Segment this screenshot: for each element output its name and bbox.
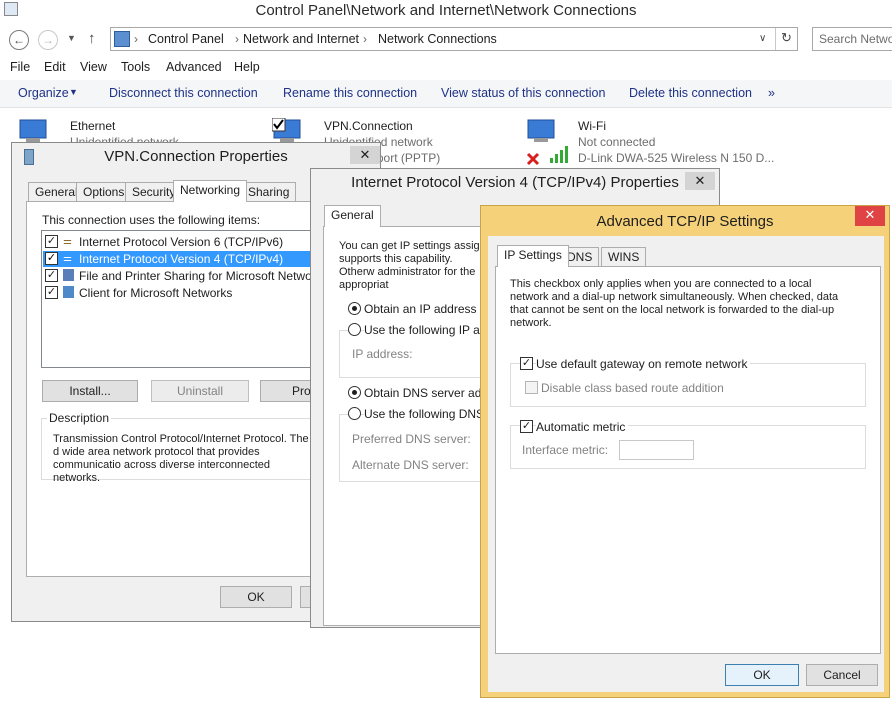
list-item[interactable]: ✓ ⚌ Internet Protocol Version 6 (TCP/IPv… (43, 234, 343, 250)
connection-name: Ethernet (70, 119, 116, 133)
interface-metric-input[interactable] (619, 440, 694, 460)
list-item[interactable]: ✓ Client for Microsoft Networks (43, 285, 343, 301)
window-titlebar: Control Panel\Network and Internet\Netwo… (0, 0, 892, 22)
connection-name: Wi-Fi (578, 119, 606, 133)
dialog-title: Advanced TCP/IP Settings (596, 213, 774, 230)
obtain-ip-radio[interactable] (348, 302, 361, 315)
menu-bar: File Edit View Tools Advanced Help (0, 60, 892, 78)
item-label: Internet Protocol Version 6 (TCP/IPv6) (79, 235, 284, 249)
address-dropdown-icon[interactable]: ∨ (759, 33, 766, 44)
rename-button[interactable]: Rename this connection (283, 86, 417, 100)
close-icon[interactable]: ✕ (855, 206, 885, 226)
item-checkbox[interactable]: ✓ (45, 269, 58, 282)
refresh-icon[interactable]: ↻ (781, 30, 792, 46)
menu-edit[interactable]: Edit (44, 60, 66, 74)
tab-general[interactable]: General (324, 205, 381, 227)
client-network-icon (63, 286, 74, 298)
item-label: File and Printer Sharing for Microsoft N… (79, 269, 328, 283)
organize-button[interactable]: Organize (18, 86, 69, 100)
obtain-dns-radio[interactable] (348, 386, 361, 399)
tab-networking[interactable]: Networking (173, 180, 248, 202)
delete-button[interactable]: Delete this connection (629, 86, 752, 100)
list-item[interactable]: ✓ File and Printer Sharing for Microsoft… (43, 268, 343, 284)
preferred-dns-label: Preferred DNS server: (352, 432, 471, 446)
breadcrumb-control-panel[interactable]: Control Panel (148, 32, 224, 46)
recent-dropdown-icon[interactable]: ▼ (67, 33, 76, 43)
list-item[interactable]: ✓ ⚌ Internet Protocol Version 4 (TCP/IPv… (43, 251, 343, 267)
wifi-adapter-icon (526, 118, 568, 166)
item-label: Client for Microsoft Networks (79, 286, 233, 300)
obtain-dns-label: Obtain DNS server addre (364, 386, 499, 400)
alternate-dns-label: Alternate DNS server: (352, 458, 469, 472)
back-button[interactable]: ← (9, 30, 29, 50)
menu-view[interactable]: View (80, 60, 107, 74)
connection-wifi[interactable]: Wi-Fi Not connected D-Link DWA-525 Wirel… (526, 116, 776, 166)
ip-settings-panel: This checkbox only applies when you are … (495, 266, 881, 654)
tab-options[interactable]: Options (76, 182, 132, 202)
tab-ip-settings[interactable]: IP Settings (497, 245, 569, 267)
protocol-icon: ⚌ (63, 253, 72, 264)
intro-text: You can get IP settings assign supports … (339, 240, 486, 291)
use-ip-radio[interactable] (348, 323, 361, 336)
breadcrumb-separator-icon: › (134, 32, 138, 46)
window-title: Control Panel\Network and Internet\Netwo… (255, 2, 637, 19)
forward-button[interactable]: → (38, 30, 58, 50)
automatic-metric-checkbox[interactable]: ✓ (520, 420, 533, 433)
dialog-title: Internet Protocol Version 4 (TCP/IPv4) P… (351, 174, 679, 191)
connection-name: VPN.Connection (324, 119, 413, 133)
item-checkbox[interactable]: ✓ (45, 235, 58, 248)
item-checkbox[interactable]: ✓ (45, 286, 58, 299)
close-icon[interactable]: ✕ (685, 172, 715, 190)
breadcrumb-separator-icon: › (235, 32, 239, 46)
protocol-icon: ⚌ (63, 236, 72, 247)
description-title: Description (47, 411, 112, 425)
description-text: Transmission Control Protocol/Internet P… (53, 433, 309, 484)
menu-help[interactable]: Help (234, 60, 260, 74)
install-button[interactable]: Install... (42, 380, 138, 402)
default-gateway-checkbox[interactable]: ✓ (520, 357, 533, 370)
search-input[interactable]: Search Netwo (812, 27, 892, 51)
use-dns-radio[interactable] (348, 407, 361, 420)
use-ip-label: Use the following IP addr (364, 323, 498, 337)
uninstall-button[interactable]: Uninstall (151, 380, 249, 402)
connection-status: Not connected (578, 135, 656, 149)
dialog-body: IP Settings DNS WINS This checkbox only … (488, 236, 884, 692)
disconnect-button[interactable]: Disconnect this connection (109, 86, 258, 100)
ok-button[interactable]: OK (725, 664, 799, 686)
cancel-button[interactable]: Cancel (806, 664, 878, 686)
connection-device: D-Link DWA-525 Wireless N 150 D... (578, 151, 775, 165)
ip-address-label: IP address: (352, 347, 413, 361)
command-bar: Organize ▼ Disconnect this connection Re… (0, 80, 892, 108)
dialog-title: VPN.Connection Properties (104, 148, 288, 165)
organize-dropdown-icon[interactable]: ▼ (69, 87, 78, 97)
breadcrumb-separator-icon: › (363, 32, 367, 46)
interface-metric-label: Interface metric: (522, 443, 609, 457)
menu-tools[interactable]: Tools (121, 60, 150, 74)
up-arrow-icon[interactable]: ↑ (88, 30, 96, 47)
item-label: Internet Protocol Version 4 (TCP/IPv4) (79, 252, 284, 266)
tab-sharing[interactable]: Sharing (241, 182, 297, 202)
breadcrumb-network-connections[interactable]: Network Connections (378, 32, 497, 46)
automatic-metric-label: Automatic metric (536, 420, 629, 434)
item-checkbox[interactable]: ✓ (45, 252, 58, 265)
menu-advanced[interactable]: Advanced (166, 60, 222, 74)
address-bar[interactable]: › Control Panel › Network and Internet ›… (110, 27, 798, 51)
breadcrumb-network-internet[interactable]: Network and Internet (243, 32, 359, 46)
note-text: This checkbox only applies when you are … (510, 278, 839, 329)
tab-wins[interactable]: WINS (601, 247, 647, 267)
menu-file[interactable]: File (10, 60, 30, 74)
printer-sharing-icon (63, 269, 74, 281)
class-route-checkbox[interactable] (525, 381, 538, 394)
view-status-button[interactable]: View status of this connection (441, 86, 605, 100)
obtain-ip-label: Obtain an IP address aut (364, 302, 497, 316)
close-icon[interactable]: ✕ (350, 146, 380, 164)
divider (775, 28, 776, 50)
more-commands-button[interactable]: » (768, 86, 775, 100)
default-gateway-label: Use default gateway on remote network (536, 357, 751, 371)
class-route-label: Disable class based route addition (541, 381, 724, 395)
advanced-tcpip-dialog: Advanced TCP/IP Settings ✕ IP Settings D… (480, 205, 890, 698)
uses-label: This connection uses the following items… (42, 213, 261, 227)
ok-button[interactable]: OK (220, 586, 292, 608)
control-panel-icon (114, 31, 130, 47)
